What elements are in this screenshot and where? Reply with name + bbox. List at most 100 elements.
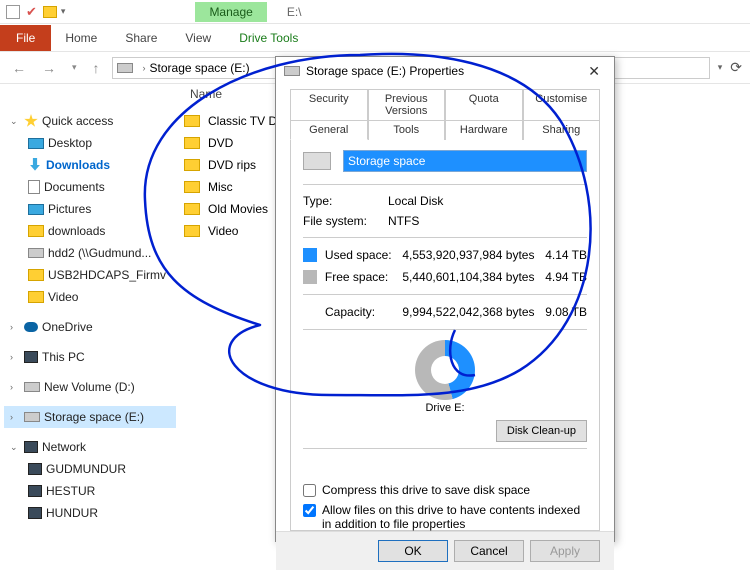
compress-checkbox-row[interactable]: Compress this drive to save disk space (303, 483, 587, 497)
tab-tools[interactable]: Tools (368, 120, 446, 140)
chevron-right-icon: › (10, 412, 20, 422)
chevron-right-icon: › (10, 382, 20, 392)
tree-network[interactable]: ⌄Network (4, 436, 176, 458)
tree-pictures[interactable]: Pictures (4, 198, 176, 220)
tree-hdd2[interactable]: hdd2 (\\Gudmund... (4, 242, 176, 264)
tab-customise[interactable]: Customise (523, 89, 601, 121)
nav-tree: ⌄Quick access Desktop Downloads Document… (0, 104, 180, 543)
used-human: 4.14 TB (539, 248, 587, 262)
tab-hardware[interactable]: Hardware (445, 120, 523, 140)
index-checkbox-row[interactable]: Allow files on this drive to have conten… (303, 503, 587, 531)
folder-icon (184, 159, 200, 171)
pc-icon (28, 463, 42, 475)
chevron-down-icon[interactable]: ▾ (61, 6, 66, 17)
dialog-tabs: Security Previous Versions Quota Customi… (276, 85, 614, 139)
tree-quick-access[interactable]: ⌄Quick access (4, 110, 176, 132)
drive-icon (24, 382, 40, 392)
close-button[interactable]: ✕ (582, 61, 606, 82)
capacity-bytes: 9,994,522,042,368 bytes (402, 305, 539, 319)
chevron-right-icon: › (10, 322, 20, 332)
ribbon-view[interactable]: View (171, 25, 225, 51)
manage-contextual-tab[interactable]: Manage (195, 2, 266, 22)
checkmark-icon: ✔ (26, 4, 37, 20)
tree-this-pc[interactable]: ›This PC (4, 346, 176, 368)
tree-downloads[interactable]: Downloads (4, 154, 176, 176)
ribbon-share[interactable]: Share (111, 25, 171, 51)
forward-button[interactable]: → (38, 58, 60, 78)
apply-button[interactable]: Apply (530, 540, 600, 562)
qat-icon (6, 5, 20, 19)
index-checkbox[interactable] (303, 504, 316, 517)
folder-icon (184, 137, 200, 149)
drive-icon (303, 152, 331, 170)
chevron-right-icon: › (10, 352, 20, 362)
used-label: Used space: (325, 248, 402, 262)
ok-button[interactable]: OK (378, 540, 448, 562)
tree-downloads2[interactable]: downloads (4, 220, 176, 242)
tab-security[interactable]: Security (290, 89, 368, 121)
capacity-label: Capacity: (325, 305, 402, 319)
desktop-icon (28, 138, 44, 149)
ribbon-home[interactable]: Home (51, 25, 111, 51)
folder-icon (43, 6, 57, 18)
refresh-button[interactable]: ⟳ (730, 59, 742, 76)
ribbon-drive-tools[interactable]: Drive Tools (225, 25, 312, 51)
disk-cleanup-button[interactable]: Disk Clean-up (496, 420, 587, 442)
tab-panel-general: Type:Local Disk File system:NTFS Used sp… (290, 139, 600, 531)
drive-icon (117, 63, 133, 73)
address-dropdown-icon[interactable]: ▾ (718, 62, 723, 73)
back-button[interactable]: ← (8, 58, 30, 78)
pc-icon (28, 507, 42, 519)
tree-hestur[interactable]: HESTUR (4, 480, 176, 502)
ribbon-file[interactable]: File (0, 25, 51, 51)
network-icon (24, 441, 38, 453)
folder-icon (28, 269, 44, 281)
drive-icon (28, 248, 44, 258)
usage-pie-chart (415, 340, 475, 400)
tab-previous-versions[interactable]: Previous Versions (368, 89, 446, 121)
breadcrumb-location[interactable]: Storage space (E:) (150, 61, 250, 75)
download-icon (28, 158, 42, 172)
filesystem-value: NTFS (388, 214, 587, 228)
chevron-down-icon: ⌄ (10, 116, 20, 127)
title-bar: ✔ ▾ Manage E:\ (0, 0, 750, 24)
tree-documents[interactable]: Documents (4, 176, 176, 198)
document-icon (28, 180, 40, 194)
tab-sharing[interactable]: Sharing (523, 120, 601, 140)
folder-icon (184, 115, 200, 127)
filesystem-label: File system: (303, 214, 388, 228)
up-button[interactable]: ↑ (89, 58, 104, 78)
tree-hundur[interactable]: HUNDUR (4, 502, 176, 524)
cancel-button[interactable]: Cancel (454, 540, 524, 562)
breadcrumb-sep-icon: › (143, 63, 146, 73)
drive-label: Drive E: (303, 402, 587, 414)
tree-onedrive[interactable]: ›OneDrive (4, 316, 176, 338)
capacity-human: 9.08 TB (539, 305, 587, 319)
type-value: Local Disk (388, 194, 587, 208)
pictures-icon (28, 204, 44, 215)
tree-usb[interactable]: USB2HDCAPS_Firmv (4, 264, 176, 286)
chevron-down-icon: ⌄ (10, 442, 20, 453)
drive-icon (284, 66, 300, 76)
window-title-path: E:\ (287, 5, 302, 19)
dialog-title: Storage space (E:) Properties (306, 64, 582, 78)
ribbon: File Home Share View Drive Tools (0, 24, 750, 52)
drive-icon (24, 412, 40, 422)
dialog-buttons: OK Cancel Apply (276, 531, 614, 570)
properties-dialog: Storage space (E:) Properties ✕ Security… (275, 56, 615, 542)
compress-checkbox[interactable] (303, 484, 316, 497)
used-bytes: 4,553,920,937,984 bytes (402, 248, 539, 262)
tree-storage-space[interactable]: ›Storage space (E:) (4, 406, 176, 428)
free-swatch-icon (303, 270, 317, 284)
free-human: 4.94 TB (539, 270, 587, 284)
type-label: Type: (303, 194, 388, 208)
tree-desktop[interactable]: Desktop (4, 132, 176, 154)
tab-quota[interactable]: Quota (445, 89, 523, 121)
tree-video[interactable]: Video (4, 286, 176, 308)
drive-name-input[interactable] (343, 150, 587, 172)
tree-gudmundur[interactable]: GUDMUNDUR (4, 458, 176, 480)
recent-chevron-icon[interactable]: ▾ (68, 60, 81, 75)
folder-icon (28, 225, 44, 237)
tab-general[interactable]: General (290, 120, 368, 140)
tree-new-volume[interactable]: ›New Volume (D:) (4, 376, 176, 398)
